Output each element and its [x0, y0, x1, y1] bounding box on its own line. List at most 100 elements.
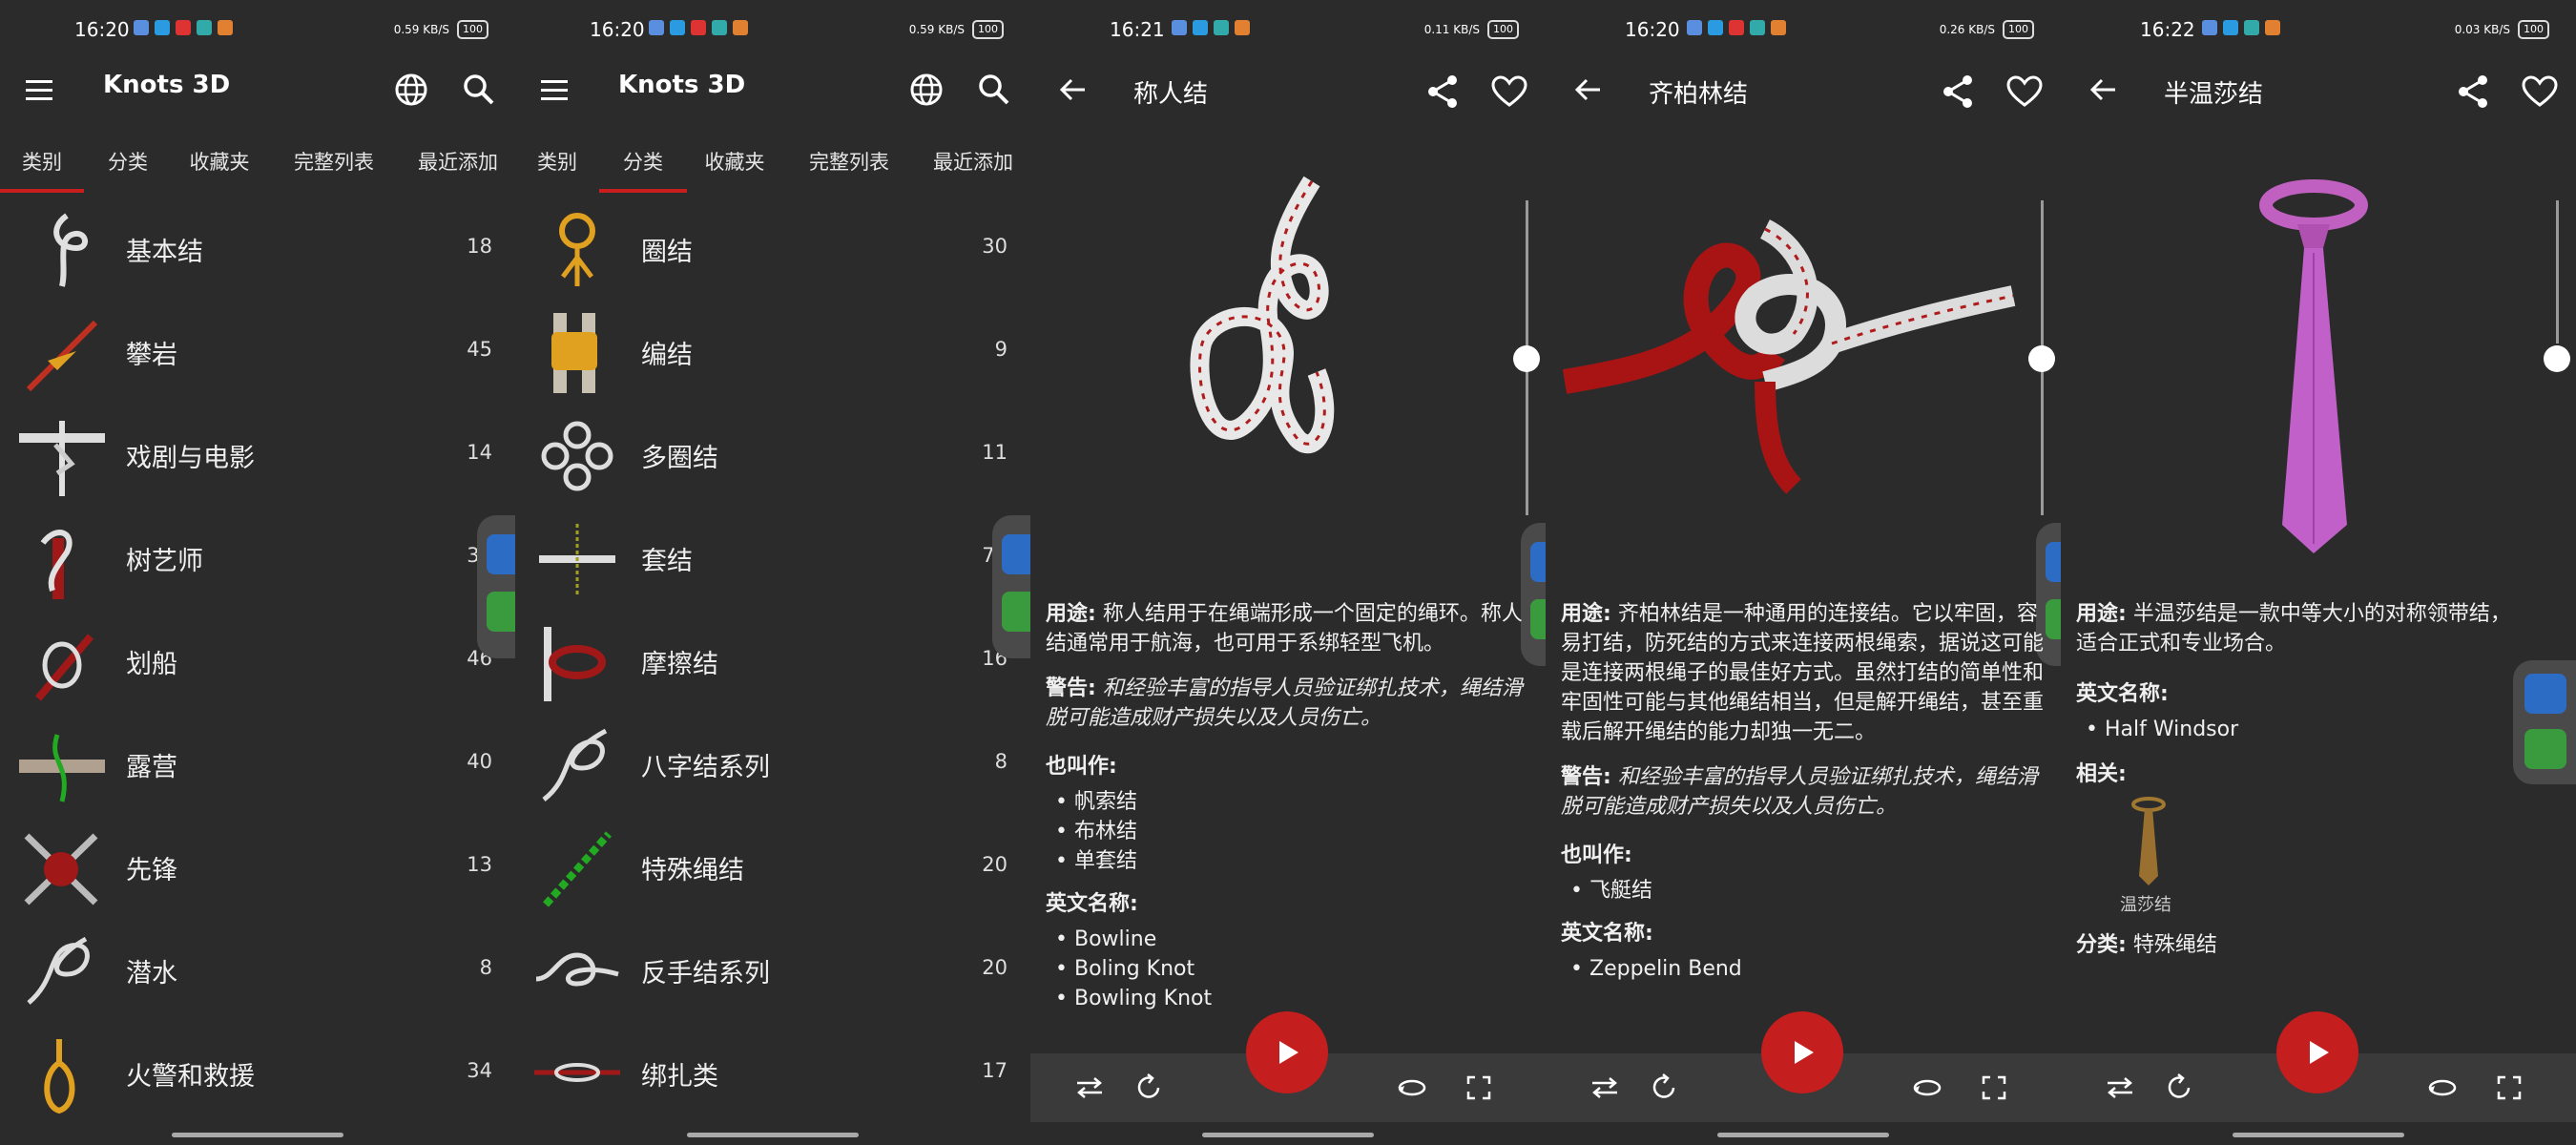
terminal-icon[interactable] — [1530, 542, 1546, 582]
menu-icon[interactable] — [17, 67, 63, 113]
rotate-icon[interactable] — [1902, 1063, 1952, 1113]
list-item[interactable]: 套结79 — [515, 506, 1030, 609]
zoom-slider-track[interactable] — [2556, 200, 2559, 344]
app-bar: 称人结 — [1030, 61, 1546, 118]
app-bar: Knots 3D — [0, 61, 515, 118]
globe-icon[interactable] — [904, 67, 949, 113]
more-icon[interactable] — [1002, 592, 1030, 632]
knot-thumbnail — [19, 519, 105, 599]
tab-classification[interactable]: 分类 — [599, 130, 687, 193]
loop-icon[interactable] — [1639, 1063, 1689, 1113]
list-item[interactable]: 绑扎类 17 — [515, 1021, 1030, 1124]
english-name-heading: 英文名称: — [1561, 922, 1653, 946]
terminal-icon[interactable] — [2046, 542, 2061, 582]
list-item-label: 编结 — [641, 341, 693, 370]
share-icon[interactable] — [1420, 69, 1465, 114]
list-item[interactable]: 先锋 13 — [0, 815, 515, 918]
swap-icon[interactable] — [1065, 1063, 1114, 1113]
zoom-slider-handle[interactable] — [1513, 345, 1540, 372]
category-value[interactable]: 特殊绳结 — [2133, 933, 2217, 957]
play-button[interactable] — [1761, 1011, 1843, 1093]
knot-3d-viewer[interactable] — [1030, 134, 1546, 592]
rotate-icon[interactable] — [1387, 1063, 1437, 1113]
more-icon[interactable] — [1530, 599, 1546, 639]
aka-list: 飞艇结 — [1561, 876, 2047, 906]
list-item[interactable]: 戏剧与电影 14 — [0, 403, 515, 506]
knot-title: 齐柏林结 — [1649, 80, 1749, 109]
list-item-label: 圈结 — [641, 238, 693, 267]
list-item[interactable]: 摩擦结 16 — [515, 609, 1030, 712]
floating-panel[interactable] — [2513, 660, 2576, 784]
rotate-icon[interactable] — [2418, 1063, 2467, 1113]
classification-list: 圈结30 编结9 多圈结11 套结79 摩擦结16 八字结系列8 特殊绳结20 … — [515, 197, 1030, 1124]
more-icon[interactable] — [2046, 599, 2061, 639]
loop-icon[interactable] — [1124, 1063, 1174, 1113]
play-button[interactable] — [2276, 1011, 2358, 1093]
list-item[interactable]: 潜水 8 — [0, 918, 515, 1021]
knot-3d-viewer[interactable] — [1546, 134, 2061, 592]
play-button[interactable] — [1246, 1011, 1328, 1093]
loop-icon[interactable] — [2154, 1063, 2204, 1113]
knot-3d-viewer[interactable] — [2061, 134, 2576, 582]
back-icon[interactable] — [1049, 67, 1095, 113]
use-label: 用途: — [2076, 602, 2127, 626]
list-item[interactable]: 八字结系列 8 — [515, 712, 1030, 815]
globe-icon[interactable] — [388, 67, 434, 113]
list-item[interactable]: 多圈结 11 — [515, 403, 1030, 506]
list-item[interactable]: 火警和救援 34 — [0, 1021, 515, 1124]
zoom-slider-handle[interactable] — [2544, 345, 2570, 372]
search-icon[interactable] — [971, 67, 1017, 113]
list-item-count: 34 — [467, 1059, 492, 1082]
floating-panel[interactable] — [477, 515, 515, 658]
list-item[interactable]: 攀岩 45 — [0, 300, 515, 403]
list-item[interactable]: 圈结 30 — [515, 197, 1030, 300]
screen-knot-detail-zeppelin: 16:20 0.26 KB/S 100 齐柏林结 用途: 齐柏林结是一种通用的连接… — [1546, 0, 2061, 1145]
terminal-icon[interactable] — [2524, 674, 2566, 714]
list-item[interactable]: 反手结系列 20 — [515, 918, 1030, 1021]
knot-thumbnail — [19, 828, 105, 908]
terminal-icon[interactable] — [1002, 534, 1030, 574]
tab-recently-added[interactable]: 最近添加 — [916, 130, 1030, 193]
heart-icon[interactable] — [2002, 69, 2047, 114]
back-icon[interactable] — [1565, 67, 1610, 113]
knot-thumbnail — [534, 416, 620, 496]
use-section: 用途: 称人结用于在绳端形成一个固定的绳环。称人结通常用于航海，也可用于系绑轻型… — [1046, 599, 1532, 658]
related-heading: 相关: — [2076, 762, 2127, 786]
tab-recently-added[interactable]: 最近添加 — [401, 130, 515, 193]
more-icon[interactable] — [487, 592, 515, 632]
fullscreen-icon[interactable] — [2484, 1063, 2534, 1113]
tab-favorites[interactable]: 收藏夹 — [687, 130, 782, 193]
list-item: Half Windsor — [2086, 715, 2515, 744]
tab-categories[interactable]: 类别 — [515, 130, 599, 193]
list-item[interactable]: 树艺师36 — [0, 506, 515, 609]
list-item[interactable]: 特殊绳结 20 — [515, 815, 1030, 918]
fullscreen-icon[interactable] — [1969, 1063, 2019, 1113]
list-item[interactable]: 编结 9 — [515, 300, 1030, 403]
tab-full-list[interactable]: 完整列表 — [267, 130, 401, 193]
menu-icon[interactable] — [532, 67, 578, 113]
list-item: 单套结 — [1055, 846, 1532, 876]
tab-categories[interactable]: 类别 — [0, 130, 84, 193]
more-icon[interactable] — [2524, 729, 2566, 769]
list-item[interactable]: 划船 46 — [0, 609, 515, 712]
heart-icon[interactable] — [1486, 69, 1532, 114]
heart-icon[interactable] — [2517, 69, 2563, 114]
tab-favorites[interactable]: 收藏夹 — [172, 130, 267, 193]
search-icon[interactable] — [456, 67, 502, 113]
terminal-icon[interactable] — [487, 534, 515, 574]
list-item[interactable]: 露营 40 — [0, 712, 515, 815]
swap-icon[interactable] — [1580, 1063, 1630, 1113]
share-icon[interactable] — [1935, 69, 1981, 114]
tab-classification[interactable]: 分类 — [84, 130, 172, 193]
list-item-label: 摩擦结 — [641, 650, 718, 679]
swap-icon[interactable] — [2095, 1063, 2145, 1113]
floating-panel[interactable] — [992, 515, 1030, 658]
network-speed: 0.26 KB/S — [1939, 23, 1995, 36]
back-icon[interactable] — [2080, 67, 2126, 113]
tab-full-list[interactable]: 完整列表 — [782, 130, 916, 193]
zoom-slider-handle[interactable] — [2028, 345, 2055, 372]
share-icon[interactable] — [2450, 69, 2496, 114]
list-item[interactable]: 基本结 18 — [0, 197, 515, 300]
fullscreen-icon[interactable] — [1454, 1063, 1504, 1113]
related-knot[interactable]: 温莎结 — [2103, 795, 2189, 919]
